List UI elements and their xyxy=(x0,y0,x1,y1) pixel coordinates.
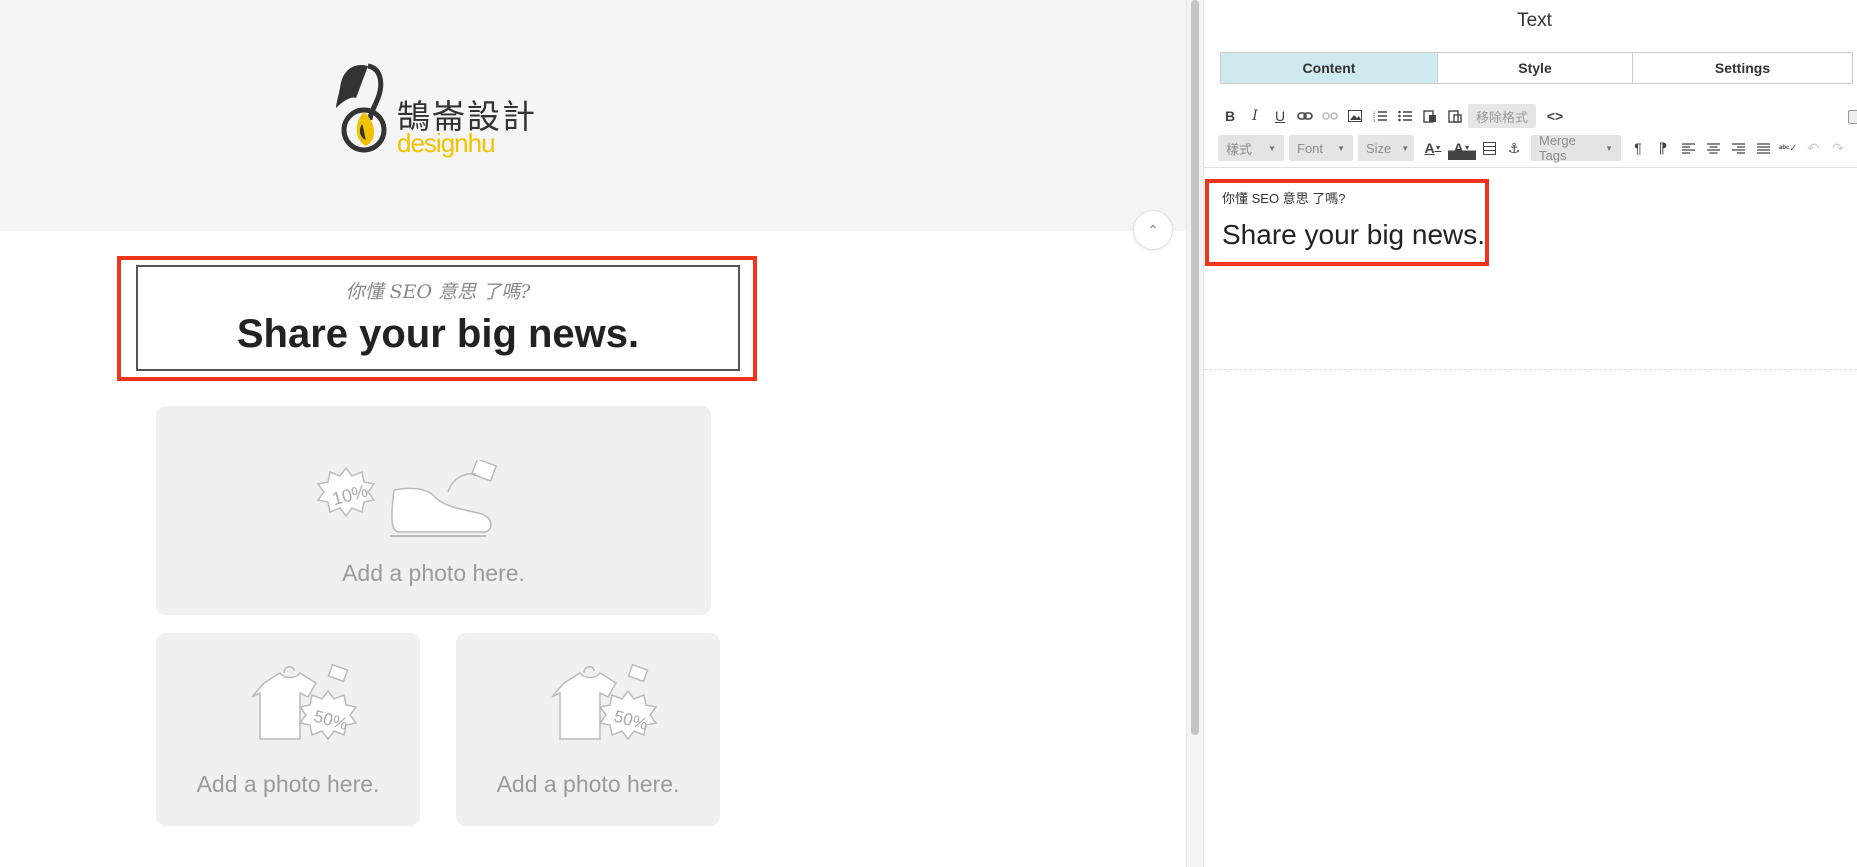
font-dropdown-label: Font xyxy=(1297,140,1324,156)
logo-english-text: designhu xyxy=(397,128,496,158)
merge-tags-dropdown-label: Merge Tags xyxy=(1539,133,1576,163)
photo-placeholder-label: Add a photo here. xyxy=(496,771,680,797)
styles-dropdown[interactable]: 樣式 ▼ xyxy=(1218,135,1284,161)
scrollbar-thumb[interactable] xyxy=(1191,0,1199,735)
align-left-icon[interactable] xyxy=(1676,136,1700,160)
header-block[interactable]: 鵠崙設計 designhu xyxy=(0,0,1186,231)
align-right-icon[interactable] xyxy=(1726,136,1750,160)
unlink-icon[interactable] xyxy=(1318,104,1342,128)
undo-icon[interactable]: ↶ xyxy=(1801,136,1825,160)
pelican-logo-icon xyxy=(336,63,387,153)
toolbar-collapse-icon[interactable] xyxy=(1848,110,1857,124)
chevron-down-icon: ▼ xyxy=(1401,143,1410,153)
photo-placeholder-label: Add a photo here. xyxy=(342,560,525,586)
text-block-subtitle: 你懂 SEO 意思 了嗎? xyxy=(345,281,531,303)
text-block-headline: Share your big news. xyxy=(236,312,640,356)
editor-top-border xyxy=(1204,167,1857,168)
align-center-icon[interactable] xyxy=(1701,136,1725,160)
panel-tabs: Content Style Settings xyxy=(1220,52,1853,84)
shoe-sale-icon: 10% xyxy=(316,460,498,537)
bold-icon[interactable]: B xyxy=(1218,104,1242,128)
link-icon[interactable] xyxy=(1293,104,1317,128)
photo-placeholder-small-right[interactable]: 50% Add a photo here. xyxy=(456,633,720,826)
tab-settings[interactable]: Settings xyxy=(1633,53,1852,83)
reorder-handle-icon[interactable]: ⌃ xyxy=(1133,210,1173,250)
photo-placeholder-large[interactable]: 10% Add a photo here. xyxy=(156,406,711,615)
svg-text:3: 3 xyxy=(1373,118,1376,122)
paragraph-rtl-icon[interactable]: ⁋ xyxy=(1651,136,1675,160)
table-icon[interactable] xyxy=(1477,136,1501,160)
underline-icon[interactable]: U xyxy=(1268,104,1292,128)
font-dropdown[interactable]: Font ▼ xyxy=(1289,135,1353,161)
shirt-sale-icon: 50% xyxy=(551,663,658,741)
align-justify-icon[interactable] xyxy=(1751,136,1775,160)
italic-icon[interactable]: I xyxy=(1243,104,1267,128)
editor-headline-text[interactable]: Share your big news. xyxy=(1222,219,1485,251)
tab-content[interactable]: Content xyxy=(1221,53,1438,83)
source-code-icon[interactable]: <> xyxy=(1543,104,1567,128)
shirt-sale-icon: 50% xyxy=(251,663,358,741)
email-canvas: 鵠崙設計 designhu ⌃ 你懂 SEO 意思 了嗎? Share your… xyxy=(0,0,1186,867)
panel-title: Text xyxy=(1517,10,1552,31)
logo[interactable]: 鵠崙設計 designhu xyxy=(334,60,544,164)
chevron-down-icon: ▼ xyxy=(1337,143,1345,153)
paragraph-ltr-icon[interactable]: ¶ xyxy=(1626,136,1650,160)
canvas-scrollbar[interactable] xyxy=(1186,0,1204,867)
bulleted-list-icon[interactable] xyxy=(1393,104,1417,128)
paste-word-icon[interactable] xyxy=(1443,104,1467,128)
text-color-icon[interactable]: A ▼ xyxy=(1419,136,1447,160)
numbered-list-icon[interactable]: 123 xyxy=(1368,104,1392,128)
image-icon[interactable] xyxy=(1343,104,1367,128)
anchor-icon[interactable]: ⚓ xyxy=(1502,136,1526,160)
styles-dropdown-label: 樣式 xyxy=(1226,141,1253,157)
size-dropdown[interactable]: Size ▼ xyxy=(1358,135,1414,161)
merge-tags-dropdown[interactable]: Merge Tags ▼ xyxy=(1531,133,1621,163)
editor-subtitle-text[interactable]: 你懂 SEO 意思 了嗎? xyxy=(1222,188,1346,207)
toolbar-row-1: B I U 123 移除格式 <> xyxy=(1218,104,1568,128)
photo-placeholder-label: Add a photo here. xyxy=(196,771,380,797)
editor-bottom-border xyxy=(1204,369,1857,370)
properties-panel: Text Content Style Settings B I U 123 移除 xyxy=(1204,0,1857,867)
chevron-down-icon: ▼ xyxy=(1268,143,1276,153)
size-dropdown-label: Size xyxy=(1366,140,1392,156)
chevron-down-icon: ▼ xyxy=(1605,143,1613,153)
spellcheck-icon[interactable]: ᵃᵇᶜ✓ xyxy=(1776,136,1800,160)
tab-style[interactable]: Style xyxy=(1438,53,1633,83)
redo-icon[interactable]: ↷ xyxy=(1826,136,1850,160)
paste-text-icon[interactable] xyxy=(1418,104,1442,128)
remove-format-button[interactable]: 移除格式 xyxy=(1468,104,1537,128)
text-block[interactable]: 你懂 SEO 意思 了嗎? Share your big news. xyxy=(136,265,740,371)
photo-placeholder-small-left[interactable]: 50% Add a photo here. xyxy=(156,633,420,826)
background-color-icon[interactable]: A ▼ xyxy=(1448,136,1476,160)
toolbar-row-2: 樣式 ▼ Font ▼ Size ▼ A ▼ A ▼ ⚓ Merge Tags ▼ ¶ ⁋ … xyxy=(1218,133,1851,163)
